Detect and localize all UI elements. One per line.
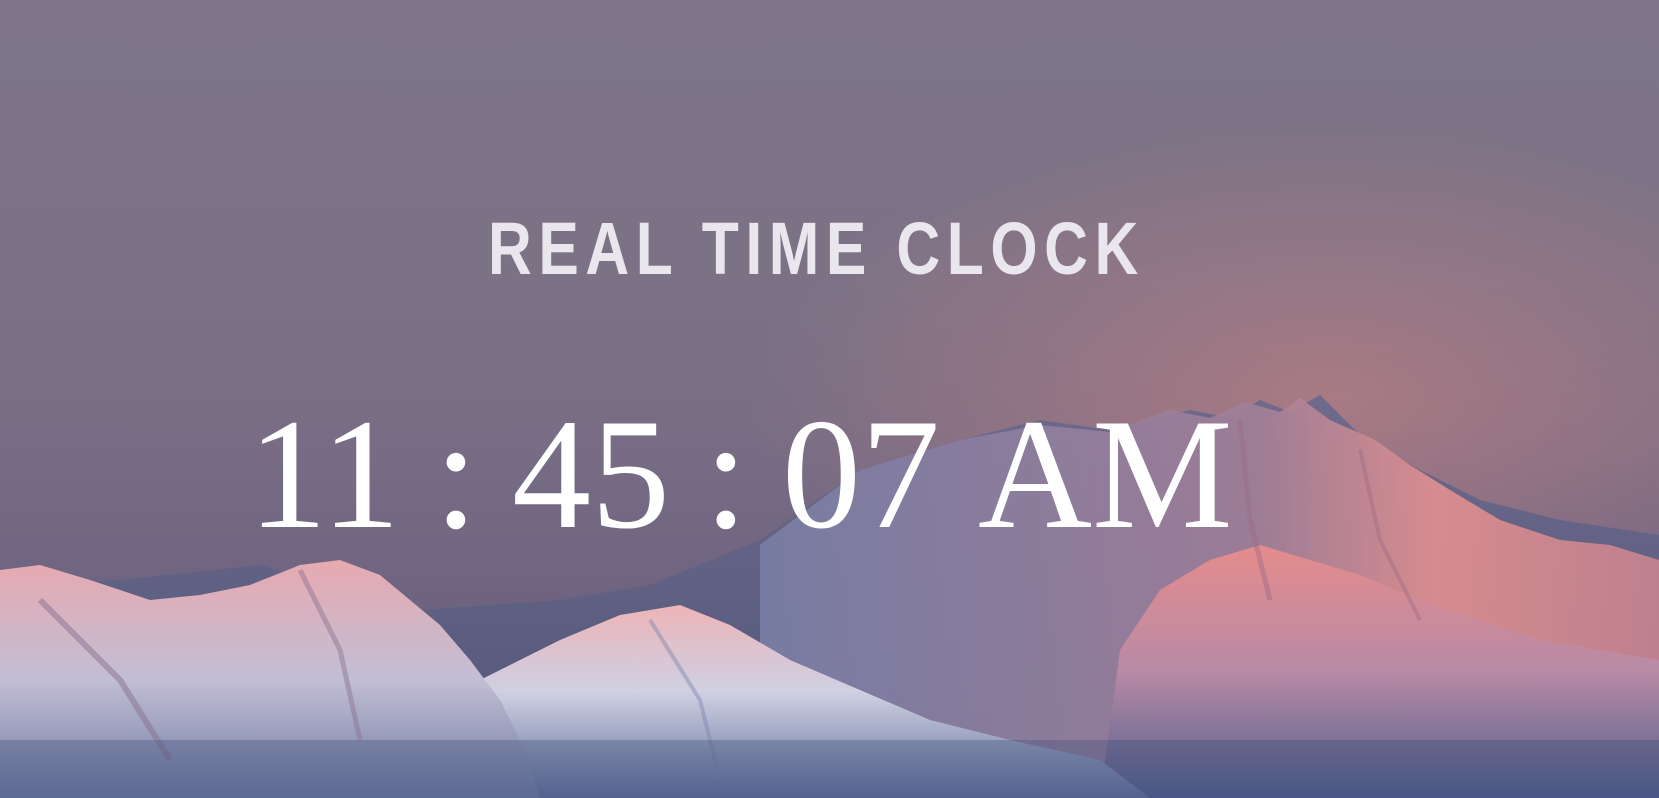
clock-separator: :: [704, 387, 748, 562]
clock-separator: :: [434, 387, 479, 562]
clock-seconds: 07: [781, 387, 940, 562]
clock-display: 11 : 45 : 07 AM: [248, 387, 1233, 562]
clock-minutes: 45: [512, 387, 671, 562]
page-title: REAL TIME CLOCK: [488, 207, 1145, 290]
clock-period: AM: [977, 387, 1233, 562]
clock-hours: 11: [248, 387, 401, 562]
